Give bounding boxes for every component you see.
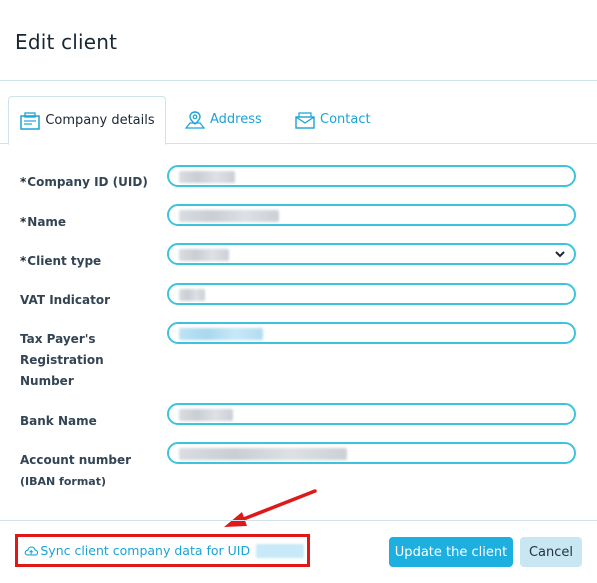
cancel-button[interactable]: Cancel (520, 537, 582, 567)
uid-value-redacted (256, 543, 304, 558)
tax-payer-reg-label: Tax Payer's Registration Number (20, 332, 104, 388)
company-icon (20, 111, 41, 130)
tax-payer-reg-input[interactable] (167, 322, 576, 344)
sync-label: Sync client company data for UID (40, 543, 251, 558)
vat-indicator-input[interactable] (167, 283, 576, 305)
vat-indicator-label: VAT Indicator (20, 293, 111, 307)
client-type-label: *Client type (20, 254, 102, 268)
envelope-icon (295, 111, 315, 129)
client-type-select[interactable] (167, 243, 576, 265)
name-input[interactable] (167, 204, 576, 226)
bank-name-input[interactable] (167, 403, 576, 425)
annotation-arrow (224, 489, 317, 527)
header-divider (0, 80, 597, 81)
name-label: *Name (20, 215, 67, 229)
tab-contact[interactable]: Contact (294, 96, 371, 143)
tab-address[interactable]: Address (184, 96, 262, 143)
map-pin-icon (184, 110, 206, 129)
sync-company-data-link[interactable]: Sync client company data for UID (21, 540, 304, 561)
account-number-input[interactable] (167, 442, 576, 464)
tab-company-details[interactable]: Company details (8, 96, 166, 145)
chevron-down-icon (555, 251, 565, 258)
tab-bar: Company details Address Contact (8, 96, 597, 145)
bank-name-label: Bank Name (20, 414, 97, 428)
page-title: Edit client (15, 30, 118, 54)
cloud-sync-icon (24, 545, 39, 556)
footer-divider (0, 520, 597, 521)
account-number-label: Account number (IBAN format) (20, 453, 131, 488)
tab-address-label: Address (210, 112, 262, 127)
update-client-button[interactable]: Update the client (389, 537, 513, 567)
tab-company-details-label: Company details (45, 113, 155, 128)
tab-contact-label: Contact (320, 112, 371, 127)
company-id-label: *Company ID (UID) (20, 175, 148, 189)
sync-highlight-box: Sync client company data for UID (15, 534, 310, 567)
company-id-input[interactable] (167, 165, 576, 187)
